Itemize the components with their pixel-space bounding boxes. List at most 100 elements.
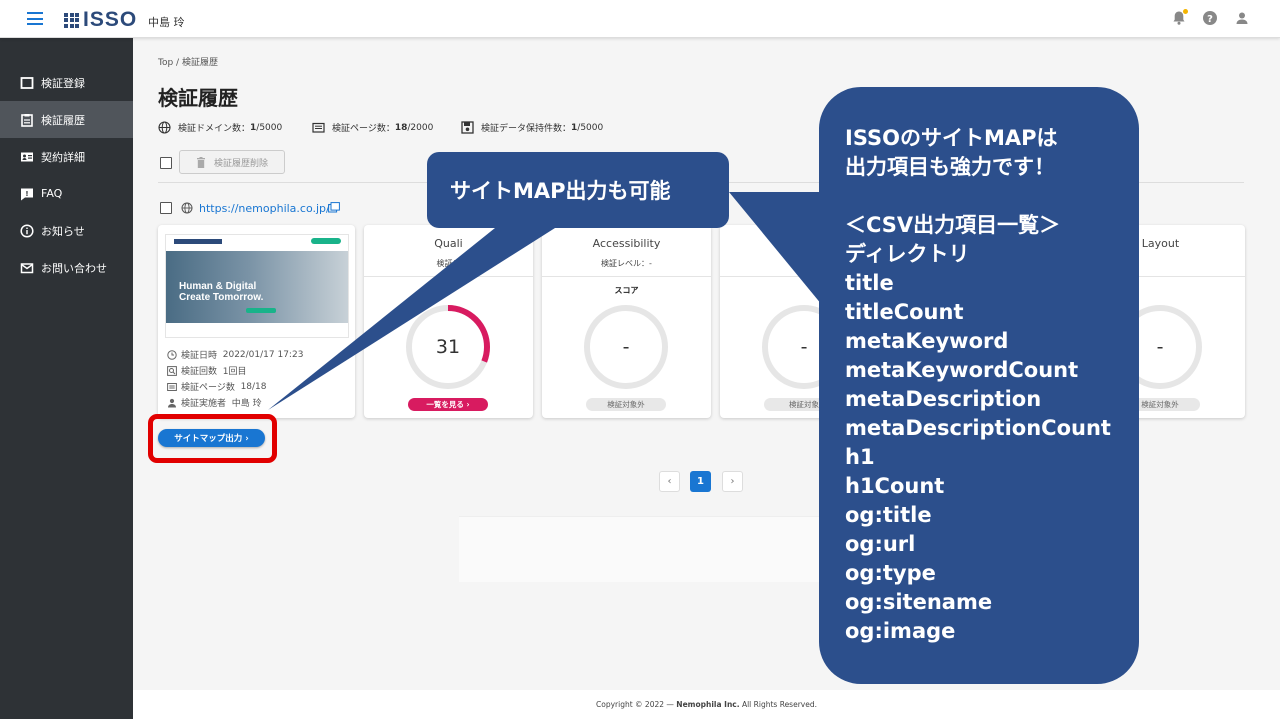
csv-item: h1 xyxy=(845,445,875,469)
globe-icon xyxy=(158,121,171,134)
thumb-cta xyxy=(246,308,276,313)
thumb-header-pill xyxy=(311,238,341,244)
select-all-checkbox[interactable] xyxy=(160,157,172,169)
person-icon xyxy=(168,398,176,407)
callout-list-title: ＜CSV出力項目一覧＞ xyxy=(845,213,1061,237)
quality-title: Quali xyxy=(434,237,463,250)
csv-item: titleCount xyxy=(845,300,964,324)
pagination-prev[interactable]: ‹ xyxy=(659,471,680,492)
sidebar-item-label: お知らせ xyxy=(41,224,85,238)
meta-pages: 検証ページ数 18/18 xyxy=(167,380,267,393)
site-thumbnail[interactable]: Human & Digital Create Tomorrow. xyxy=(165,234,349,338)
delete-history-button[interactable]: 検証履歴削除 xyxy=(179,150,285,174)
sidebar-item-label: 検証履歴 xyxy=(41,113,85,127)
accessibility-score-label: スコア xyxy=(614,286,639,295)
meta-user: 検証実施者 中島 玲 xyxy=(167,396,262,409)
quality-card: Quali 検証レ 31 一覧を見る › xyxy=(364,225,533,418)
stat-data-label: 検証データ保持件数： xyxy=(481,124,572,134)
csv-item: metaDescriptionCount xyxy=(845,416,1111,440)
csv-item: title xyxy=(845,271,894,295)
stat-pages-used: 18 xyxy=(394,122,408,133)
breadcrumb-separator: / xyxy=(173,58,182,68)
mail-icon xyxy=(20,262,34,273)
meta-count-value: 1回目 xyxy=(222,367,247,377)
thumb-hero-line1: Human & Digital xyxy=(179,281,257,292)
footer: Copyright © 2022 — Nemophila Inc. All Ri… xyxy=(133,690,1280,719)
page-title: 検証履歴 xyxy=(158,86,238,110)
footer-suffix: All Rights Reserved. xyxy=(741,700,817,709)
breadcrumb-current: 検証履歴 xyxy=(181,58,218,68)
meta-date: 検証日時 2022/01/17 17:23 xyxy=(167,348,303,361)
stat-data: 検証データ保持件数： 1/5000 xyxy=(461,121,603,134)
trash-icon xyxy=(196,156,205,168)
sidebar-item-contract[interactable]: 契約詳細 xyxy=(0,138,133,175)
stat-data-total: /5000 xyxy=(577,122,604,133)
sidebar-item-contact[interactable]: お問い合わせ xyxy=(0,249,133,286)
csv-item: metaDescription xyxy=(845,387,1042,411)
sitemap-callout-text: サイトMAP出力も可能 xyxy=(450,179,671,203)
quality-level: 検証レ xyxy=(436,259,461,268)
meta-count-label: 検証回数 xyxy=(181,367,218,377)
meta-count: 検証回数 1回目 xyxy=(167,364,246,377)
pagination-page-1[interactable]: 1 xyxy=(690,471,711,492)
sidebar: 検証登録 検証履歴 契約詳細 ! FAQ お知らせ お問い合わせ xyxy=(0,38,133,719)
square-icon xyxy=(20,76,34,89)
meta-date-label: 検証日時 xyxy=(181,351,218,361)
save-icon xyxy=(461,121,474,134)
logo-grid-icon xyxy=(64,12,79,28)
meta-date-value: 2022/01/17 17:23 xyxy=(222,349,304,360)
sidebar-item-news[interactable]: お知らせ xyxy=(0,212,133,249)
svg-text:!: ! xyxy=(25,190,28,198)
callout-line1: ISSOのサイトMAPは xyxy=(845,126,1058,150)
breadcrumb-top[interactable]: Top xyxy=(158,58,173,68)
sidebar-item-history[interactable]: 検証履歴 xyxy=(0,101,133,138)
delete-history-label: 検証履歴削除 xyxy=(213,158,268,169)
site-summary-card: Human & Digital Create Tomorrow. 検証日時 20… xyxy=(158,225,355,418)
footer-company: Nemophila Inc. xyxy=(676,700,740,709)
accessibility-card: Accessibility 検証レベル：- スコア - 検証対象外 xyxy=(542,225,711,418)
csv-items-callout: ISSOのサイトMAPは 出力項目も強力です！ ＜CSV出力項目一覧＞ ディレク… xyxy=(819,87,1139,684)
stat-pages-total: /2000 xyxy=(407,122,434,133)
accessibility-score-value: - xyxy=(622,336,630,358)
user-icon[interactable] xyxy=(1234,10,1250,26)
info-icon xyxy=(20,223,34,238)
sidebar-item-label: 契約詳細 xyxy=(41,150,85,164)
accessibility-level: 検証レベル：- xyxy=(601,259,652,268)
csv-item: og:image xyxy=(845,619,956,643)
pages-icon xyxy=(167,382,177,391)
notification-dot xyxy=(1183,9,1188,14)
sitemap-callout: サイトMAP出力も可能 xyxy=(427,152,729,228)
menu-icon[interactable] xyxy=(27,12,43,25)
sidebar-item-faq[interactable]: ! FAQ xyxy=(0,175,133,212)
bell-icon[interactable] xyxy=(1171,9,1188,26)
meta-pages-value: 18/18 xyxy=(240,381,267,392)
callout-line2: 出力項目も強力です！ xyxy=(845,155,1055,179)
accessibility-status: 検証対象外 xyxy=(586,398,666,411)
thumb-hero-line2: Create Tomorrow. xyxy=(179,292,264,303)
csv-item: metaKeyword xyxy=(845,329,1009,353)
site-checkbox[interactable] xyxy=(160,202,172,214)
stat-pages: 検証ページ数： 18/2000 xyxy=(312,121,433,134)
svg-text:?: ? xyxy=(1207,14,1213,25)
help-icon[interactable]: ? xyxy=(1202,10,1218,26)
accessibility-title: Accessibility xyxy=(592,237,661,250)
sidebar-item-register[interactable]: 検証登録 xyxy=(0,64,133,101)
stat-domains: 検証ドメイン数： 1/5000 xyxy=(158,121,282,134)
sitemap-export-button[interactable]: サイトマップ出力 › xyxy=(158,429,265,447)
stat-domains-total: /5000 xyxy=(256,122,283,133)
pagination-next[interactable]: › xyxy=(722,471,743,492)
sidebar-item-label: 検証登録 xyxy=(41,76,85,90)
header-username: 中島 玲 xyxy=(148,16,185,29)
site-url-link[interactable]: https://nemophila.co.jp/ xyxy=(199,202,330,215)
view-list-button[interactable]: 一覧を見る › xyxy=(408,398,488,411)
thumb-hero-text: Human & Digital Create Tomorrow. xyxy=(179,281,263,303)
callout-gap xyxy=(845,182,1139,211)
globe-icon xyxy=(181,202,193,214)
meta-pages-label: 検証ページ数 xyxy=(181,383,235,393)
csv-item: metaKeywordCount xyxy=(845,358,1079,382)
external-link-icon[interactable] xyxy=(328,202,340,213)
quality-score-value: 31 xyxy=(435,336,461,358)
csv-item: og:title xyxy=(845,503,932,527)
isso-logo[interactable]: ISSO xyxy=(64,8,137,32)
id-card-icon xyxy=(21,152,33,161)
